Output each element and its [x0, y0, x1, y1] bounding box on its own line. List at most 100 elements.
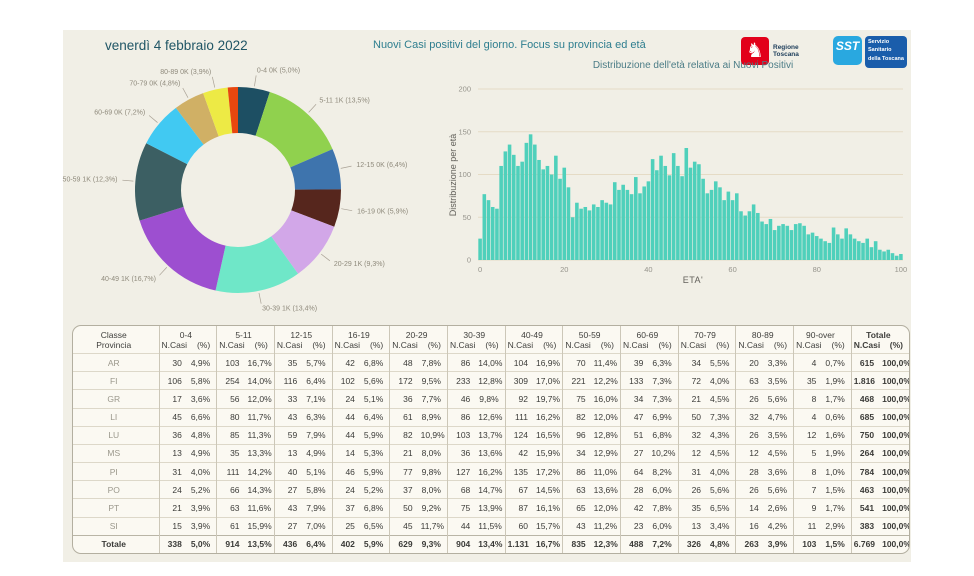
histogram-bar[interactable]: [487, 200, 491, 260]
histogram-bar[interactable]: [676, 166, 680, 260]
table-row-LU[interactable]: LU364,8%8511,3%597,9%445,9%8210,9%10313,…: [73, 426, 909, 444]
histogram-bar[interactable]: [541, 169, 545, 260]
histogram-bar[interactable]: [525, 143, 529, 260]
table-row-FI[interactable]: FI1065,8%25414,0%1166,4%1025,6%1729,5%23…: [73, 372, 909, 390]
histogram-bar[interactable]: [886, 250, 890, 260]
table-row-GR[interactable]: GR173,6%5612,0%337,1%245,1%367,7%469,8%9…: [73, 390, 909, 408]
histogram-bar[interactable]: [718, 187, 722, 260]
table-row-PI[interactable]: PI314,0%11114,2%405,1%465,9%779,8%12716,…: [73, 463, 909, 481]
histogram-bar[interactable]: [499, 166, 503, 260]
histogram-bar[interactable]: [802, 226, 806, 260]
histogram-bar[interactable]: [562, 168, 566, 260]
histogram-bar[interactable]: [878, 250, 882, 260]
histogram-bar[interactable]: [739, 211, 743, 260]
histogram-bar[interactable]: [680, 176, 684, 260]
histogram-bar[interactable]: [554, 156, 558, 260]
histogram-bar[interactable]: [605, 203, 609, 260]
histogram-bar[interactable]: [748, 211, 752, 260]
histogram-bar[interactable]: [735, 193, 739, 260]
histogram-bar[interactable]: [600, 200, 604, 260]
histogram-bar[interactable]: [516, 166, 520, 260]
table-row-MS[interactable]: MS134,9%3513,3%134,9%145,3%218,0%3613,6%…: [73, 444, 909, 462]
histogram-bar[interactable]: [815, 236, 819, 260]
histogram-bar[interactable]: [861, 243, 865, 260]
histogram-bar[interactable]: [836, 234, 840, 260]
histogram-bar[interactable]: [651, 159, 655, 260]
histogram-bar[interactable]: [478, 239, 482, 260]
histogram-bar[interactable]: [546, 166, 550, 260]
histogram-bar[interactable]: [701, 179, 705, 260]
histogram-bar[interactable]: [579, 209, 583, 260]
histogram-bar[interactable]: [668, 175, 672, 260]
histogram-bar[interactable]: [895, 256, 899, 260]
histogram-bar[interactable]: [609, 204, 613, 260]
histogram-bar[interactable]: [823, 241, 827, 260]
table-row-PT[interactable]: PT213,9%6311,6%437,9%376,8%509,2%7513,9%…: [73, 499, 909, 517]
histogram-bar[interactable]: [870, 247, 874, 260]
histogram-bar[interactable]: [697, 164, 701, 260]
histogram-bar[interactable]: [785, 226, 789, 260]
histogram-bar[interactable]: [849, 234, 853, 260]
histogram-bar[interactable]: [764, 224, 768, 260]
histogram-bar[interactable]: [491, 207, 495, 260]
histogram-bar[interactable]: [495, 209, 499, 260]
histogram-bar[interactable]: [760, 222, 764, 260]
histogram-bar[interactable]: [899, 254, 903, 260]
histogram-bar[interactable]: [483, 194, 487, 260]
histogram-bar[interactable]: [529, 134, 533, 260]
histogram-bar[interactable]: [617, 190, 621, 260]
histogram-bar[interactable]: [832, 228, 836, 260]
histogram-bar[interactable]: [533, 145, 537, 260]
histogram-bar[interactable]: [512, 155, 516, 260]
histogram-bar[interactable]: [588, 210, 592, 260]
histogram-bar[interactable]: [638, 193, 642, 260]
table-row-AR[interactable]: AR304,9%10316,7%355,7%426,8%487,8%8614,0…: [73, 354, 909, 372]
histogram-bar[interactable]: [752, 204, 756, 260]
histogram-bar[interactable]: [575, 203, 579, 260]
age-donut-chart[interactable]: 0-4 0K (5,0%)5-11 1K (13,5%)12-15 0K (6,…: [55, 55, 455, 320]
histogram-bar[interactable]: [722, 200, 726, 260]
histogram-bar[interactable]: [853, 239, 857, 260]
histogram-bar[interactable]: [777, 226, 781, 260]
histogram-bar[interactable]: [685, 148, 689, 260]
histogram-bar[interactable]: [790, 230, 794, 260]
table-row-PO[interactable]: PO245,2%6614,3%275,8%245,2%378,0%6814,7%…: [73, 481, 909, 499]
histogram-bar[interactable]: [504, 151, 508, 260]
histogram-bar[interactable]: [626, 190, 630, 260]
histogram-bar[interactable]: [828, 243, 832, 260]
histogram-bar[interactable]: [706, 193, 710, 260]
histogram-bar[interactable]: [571, 217, 575, 260]
histogram-bar[interactable]: [596, 207, 600, 260]
histogram-bar[interactable]: [844, 228, 848, 260]
histogram-bar[interactable]: [773, 230, 777, 260]
histogram-bar[interactable]: [727, 192, 731, 260]
histogram-bar[interactable]: [874, 241, 878, 260]
histogram-bar[interactable]: [693, 162, 697, 260]
histogram-bar[interactable]: [508, 145, 512, 260]
histogram-bar[interactable]: [550, 175, 554, 261]
histogram-bar[interactable]: [819, 239, 823, 260]
histogram-bar[interactable]: [710, 190, 714, 260]
histogram-bar[interactable]: [857, 241, 861, 260]
histogram-bar[interactable]: [520, 162, 524, 260]
histogram-bar[interactable]: [807, 234, 811, 260]
histogram-bar[interactable]: [642, 186, 646, 260]
histogram-bar[interactable]: [630, 194, 634, 260]
table-row-LI[interactable]: LI456,6%8011,7%436,3%446,4%618,9%8612,6%…: [73, 408, 909, 426]
histogram-bar[interactable]: [672, 153, 676, 260]
histogram-bar[interactable]: [659, 156, 663, 260]
histogram-bar[interactable]: [811, 233, 815, 260]
histogram-bar[interactable]: [634, 177, 638, 260]
histogram-bar[interactable]: [714, 181, 718, 260]
histogram-bar[interactable]: [769, 219, 773, 260]
histogram-bar[interactable]: [621, 185, 625, 260]
histogram-bar[interactable]: [689, 168, 693, 260]
histogram-bar[interactable]: [891, 253, 895, 260]
histogram-bar[interactable]: [558, 179, 562, 260]
histogram-bar[interactable]: [882, 251, 886, 260]
histogram-bar[interactable]: [731, 200, 735, 260]
histogram-bar[interactable]: [798, 223, 802, 260]
histogram-bar[interactable]: [663, 166, 667, 260]
histogram-bar[interactable]: [794, 224, 798, 260]
histogram-plot-area[interactable]: 050100150200020406080100: [440, 76, 918, 290]
